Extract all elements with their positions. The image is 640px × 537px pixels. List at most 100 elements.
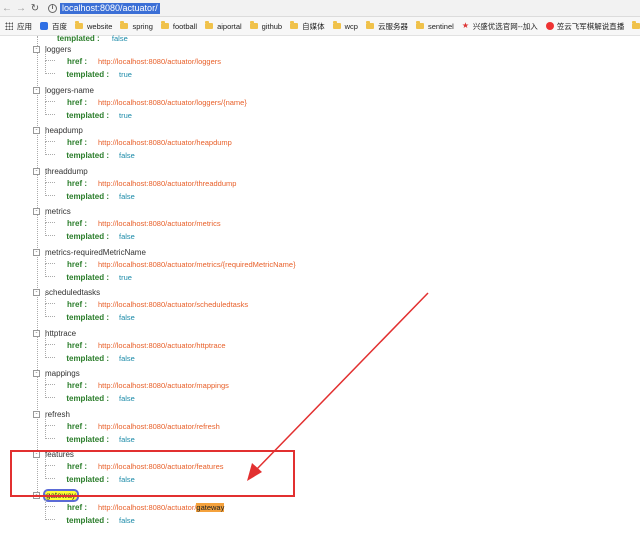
tree-branch [45,61,55,74]
bookmark-item[interactable]: github [249,21,283,31]
bookmark-item[interactable]: 云服务器 [365,21,408,32]
bookmark-item[interactable]: aiportal [205,21,242,31]
url-text[interactable]: localhost:8080/actuator/ [60,2,160,14]
back-icon[interactable]: ← [0,1,14,15]
href-link[interactable]: http://localhost:8080/actuator/scheduled… [98,300,248,309]
tree-entry: - heapdump href : http://localhost:8080/act… [33,125,633,162]
tree-branch [45,169,55,183]
bookmark-label: github [261,21,283,31]
collapse-icon[interactable]: - [33,410,40,418]
bookmark-item[interactable]: 笠云飞军棋解说直播 [545,21,624,32]
href-link[interactable]: http://localhost:8080/actuator/loggers/{… [98,98,247,107]
bookmark-item[interactable]: sentinel [415,21,454,31]
templated-row: templated : false [33,385,633,405]
bookmark-item[interactable]: 应用 [0,21,32,32]
href-label: href : [67,381,87,390]
info-icon[interactable]: i [48,3,57,13]
entry-key-row: - refresh [33,409,633,420]
templated-value: true [119,70,132,79]
forward-icon[interactable]: → [14,1,28,15]
tree-branch [45,331,55,345]
bookmark-label: website [87,21,113,31]
templated-value: false [111,34,128,43]
collapse-icon[interactable]: - [33,370,40,377]
templated-label: templated : [66,434,109,444]
templated-row: templated : false [33,507,633,527]
entry-key: metrics-requiredMetricName [45,247,146,257]
collapse-icon[interactable]: - [33,86,40,94]
collapse-icon[interactable]: - [33,329,40,337]
folder-icon [205,21,214,29]
href-label: href : [67,138,87,147]
bookmark-label: 应用 [17,21,32,31]
bookmark-item[interactable]: football [160,21,198,31]
href-link[interactable]: http://localhost:8080/actuator/metrics [98,219,221,228]
url-field[interactable]: i localhost:8080/actuator/ [48,2,160,15]
tree-branch [45,210,55,223]
bookmark-item[interactable]: ★ 兴盛优选官网--加入 [462,21,538,32]
tree-branch [45,507,55,520]
folder-icon [75,21,83,29]
collapse-icon[interactable]: - [33,289,40,296]
annotation-box [10,450,295,497]
bookmark-item[interactable]: spring [120,21,153,31]
href-link[interactable]: http://localhost:8080/actuator/refresh [98,422,220,431]
bookmark-item[interactable]: 自媒体 [290,21,325,32]
templated-label: templated : [66,70,109,79]
apps-icon [5,22,13,30]
href-link[interactable]: http://localhost:8080/actuator/gateway [98,503,225,512]
bookmark-label: football [172,21,198,31]
tree-entry: - metrics-requiredMetricName href : http://… [33,247,633,284]
tree-branch [45,142,55,155]
href-row: href : http://localhost:8080/actuator/thr… [33,169,633,190]
tree-entry: - mappings href : http://localhost:8080/act… [33,368,633,405]
tree-branch [45,48,55,61]
reload-icon[interactable]: ↻ [28,1,42,15]
bookmark-item[interactable]: website [75,21,113,31]
tree-branch [45,101,55,115]
bookmark-label: aiportal [217,21,242,31]
collapse-icon[interactable]: - [33,248,40,256]
bookmark-item[interactable]: wcp [332,21,358,31]
templated-label: templated : [66,353,109,363]
bookmark-label: sentinel [427,21,454,31]
folder-icon [160,21,169,29]
templated-value: false [119,353,135,363]
href-link[interactable]: http://localhost:8080/actuator/heapdump [98,138,232,147]
href-link[interactable]: http://localhost:8080/actuator/mappings [98,381,229,390]
href-link[interactable]: http://localhost:8080/actuator/loggers [98,57,221,66]
href-label: href : [67,57,87,66]
entry-key-row: - metrics-requiredMetricName [33,247,633,258]
collapse-icon[interactable]: - [33,167,40,175]
templated-row: templated : true [33,263,633,284]
templated-label: templated : [66,191,109,201]
templated-label: templated : [57,34,100,43]
tree-entry: - metrics href : http://localhost:8080/actu… [33,206,633,243]
href-label: href : [67,178,87,188]
templated-row: templated : false [33,425,633,446]
tree-branch [45,344,55,358]
collapse-icon[interactable]: - [33,208,40,215]
baidu-icon [40,22,48,30]
collapse-icon[interactable]: - [33,46,40,53]
href-label: href : [67,219,87,228]
bookmark-item[interactable]: 百度 [40,21,67,32]
templated-row: templated : true [33,101,633,122]
bookmark-label: 百度 [52,21,67,31]
href-label: href : [67,421,87,431]
templated-row: templated : false [33,142,633,162]
collapse-icon[interactable]: - [33,127,40,134]
href-link[interactable]: http://localhost:8080/actuator/threaddum… [98,179,236,188]
bookmark-item[interactable]: 木 [632,21,640,32]
entry-key-row: - httptrace [33,328,633,339]
templated-label: templated : [66,110,109,120]
href-row: href : http://localhost:8080/actuator/met… [33,210,633,230]
href-link[interactable]: http://localhost:8080/actuator/metrics/{… [98,260,296,269]
entry-key-row: - heapdump [33,125,633,136]
entry-key-row: - loggers [33,44,633,55]
templated-label: templated : [66,516,109,525]
bookmark-label: 自媒体 [302,21,325,31]
bookmark-label: spring [132,21,153,31]
href-link[interactable]: http://localhost:8080/actuator/httptrace [98,341,226,350]
href-label: href : [67,259,87,269]
